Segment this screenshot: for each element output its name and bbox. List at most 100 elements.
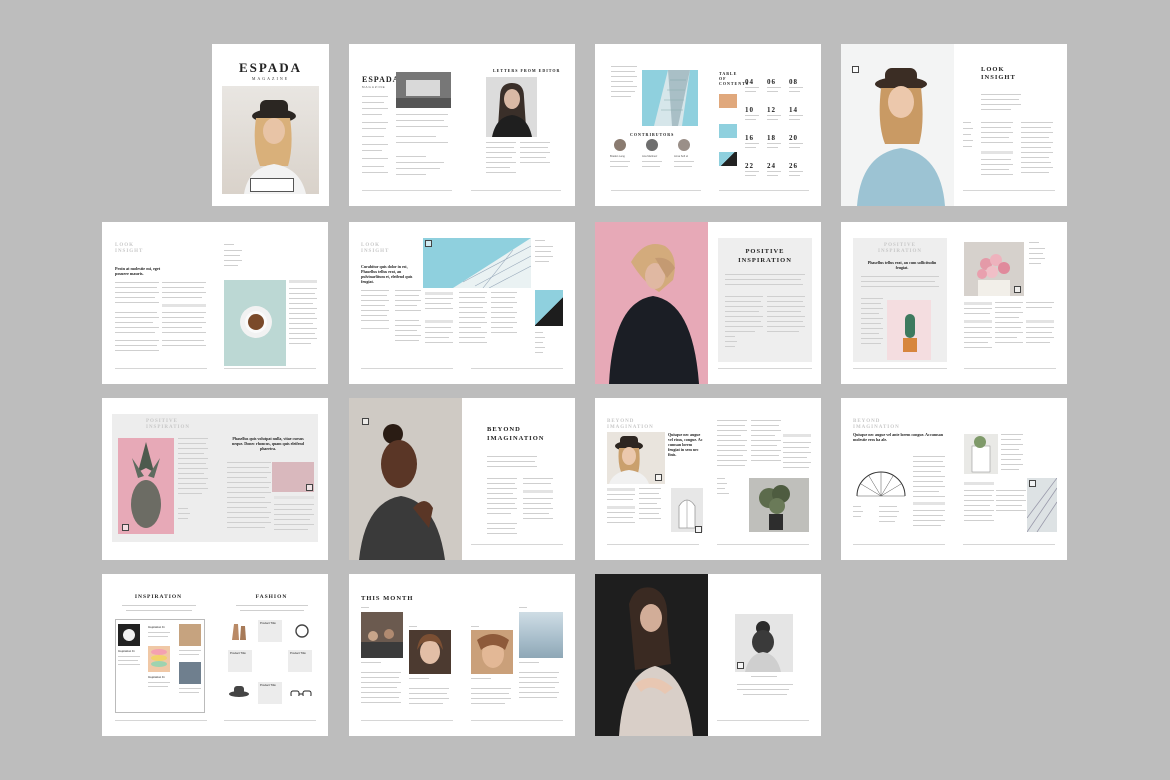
spread-contents[interactable]: CONTRIBUTORS Braden Lang Ana Martinez An… [595,44,821,206]
contributor-name-1: Braden Lang [610,155,625,158]
closing-dark-photo [595,574,708,736]
toc-number[interactable]: 12 [767,106,776,114]
ghost-look-2: LOOK [361,243,381,248]
toc-number[interactable]: 24 [767,162,776,170]
inspiration-flower-photo [118,624,140,646]
toc-number[interactable]: 10 [745,106,754,114]
ghost-imagination: IMAGINATION [607,425,654,430]
fashion-heading: FASHION [255,594,288,600]
ghost-look: LOOK [115,243,135,248]
pull-quote-p9: Phasellus quis volutpat nulla, vitae cur… [232,436,304,451]
toc-number[interactable]: 06 [767,78,776,86]
inspiration-jars-photo [179,662,201,684]
ghost-inspiration: INSPIRATION [878,249,922,254]
fashion-watch-photo [294,620,310,642]
this-month-photo-1 [361,612,403,658]
spread-editorial[interactable]: ESPADA MAGAZINE LETTERS FROM EDITOR [349,44,575,206]
hat-woman-icon-box [655,474,662,481]
editor-photo [486,77,537,137]
product-title-2: Product Title [290,652,306,655]
beyond-heading-1: BEYOND [487,426,521,433]
pull-quote-p11: Quisque nec augue vel risus, congue. Ac … [668,432,703,457]
fashion-hat-photo [228,684,250,698]
editorial-photo-desk [396,72,451,108]
inspiration-heading: INSPIRATION [134,594,183,600]
look-insight-heading-2: INSIGHT [981,74,1016,81]
spread-look-insight-3[interactable]: LOOK INSIGHT Curabitur quis dolor in est… [349,222,575,384]
toc-number[interactable]: 04 [745,78,754,86]
spread-look-insight[interactable]: LOOK INSIGHT [841,44,1067,206]
beyond-icon-box [362,418,369,425]
look-insight-heading-1: LOOK [981,66,1005,73]
this-month-photo-3 [471,630,513,674]
ghost-positive-2: POSITIVE [146,419,178,424]
ghost-imagination-2: IMAGINATION [853,425,900,430]
inspiration-macaron-photo [148,646,170,672]
toc-number[interactable]: 26 [789,162,798,170]
toc-number[interactable]: 20 [789,134,798,142]
spread-look-insight-2[interactable]: LOOK INSIGHT Proin at molestie mi, eget … [102,222,328,384]
ferris-wheel-photo [853,456,909,500]
look-insight-icon-box [852,66,859,73]
spread-this-month[interactable]: THIS MONTH [349,574,575,736]
spread-positive-inspiration-3[interactable]: POSITIVE INSPIRATION Phasellus quis volu… [102,398,328,560]
spread-inspiration-fashion[interactable]: INSPIRATION Inspiration 11 Inspiration 1… [102,574,328,736]
contributor-name-3: Anna Sofi el [674,155,688,158]
positive-heading-2: INSPIRATION [738,257,792,264]
contributor-avatar-3 [678,139,690,151]
contributors-heading: CONTRIBUTORS [630,132,675,137]
toc-number[interactable]: 18 [767,134,776,142]
toc-number[interactable]: 22 [745,162,754,170]
coffee-photo [224,280,286,366]
look-icon-box [425,240,432,247]
positive-heading-1: POSITIVE [745,248,785,255]
facade-icon-box [1029,480,1036,487]
product-title-4: Product Title [230,652,246,655]
inspiration-label-3: Inspiration 11 [148,676,165,679]
toc-number[interactable]: 16 [745,134,754,142]
spread-closing[interactable] [595,574,821,736]
spread-beyond-imagination-2[interactable]: BEYOND IMAGINATION Quisque nec augue vel… [595,398,821,560]
spread-positive-inspiration-2[interactable]: POSITIVE INSPIRATION Phasellus tellus er… [841,222,1067,384]
ghost-beyond: BEYOND [607,419,635,424]
toc-number[interactable]: 08 [789,78,798,86]
pull-quote-p6: Curabitur quis dolor in est, Phasellus t… [361,264,413,284]
ghost-inspiration-2: INSPIRATION [146,425,190,430]
ghost-beyond-2: BEYOND [853,419,881,424]
cover-label-box [250,178,294,192]
pull-quote-p8: Phasellus tellus erat, an cum sollicitud… [867,260,937,270]
pull-quote-p12: Quisque nec augue vel ante lorem congue.… [853,432,943,442]
spread-cover[interactable]: ESPADA MAGAZINE [212,44,329,206]
inspiration-nails-photo [179,624,201,646]
cover-subtitle: MAGAZINE [251,76,290,81]
plant-photo [749,478,809,532]
fashion-glasses-photo [290,686,312,696]
pineapple-icon-box [122,524,129,531]
editorial-subtitle: MAGAZINE [362,85,386,89]
spread-positive-inspiration[interactable]: POSITIVE INSPIRATION [595,222,821,384]
toc-thumb-3 [719,152,737,166]
pink-icon-box [306,484,313,491]
fashion-shoes-photo [230,620,248,642]
positive-photo [595,222,708,384]
spread-beyond-imagination-3[interactable]: BEYOND IMAGINATION Quisque nec augue vel… [841,398,1067,560]
ghost-insight-2: INSIGHT [361,249,390,254]
editorial-brand: ESPADA [362,75,400,84]
cover-title: ESPADA [238,60,303,75]
letters-heading: LETTERS FROM EDITOR [493,68,561,73]
inspiration-label-1: Inspiration 11 [118,650,135,653]
contributor-avatar-1 [614,139,626,151]
ghost-insight: INSIGHT [115,249,144,254]
window-icon-box [695,526,702,533]
product-title-3: Product Title [260,684,276,687]
roses-icon-box [1014,286,1021,293]
pineapple-photo [118,438,174,534]
architecture-photo [423,238,531,288]
pull-quote-p5: Proin at molestie mi, eget posuere mauri… [115,266,161,277]
spread-beyond-imagination[interactable]: BEYOND IMAGINATION [349,398,575,560]
toc-thumb-1 [719,94,737,108]
this-month-heading: THIS MONTH [361,595,414,602]
contributor-name-2: Ana Martinez [642,155,658,158]
toc-number[interactable]: 14 [789,106,798,114]
white-window-photo [964,434,998,474]
